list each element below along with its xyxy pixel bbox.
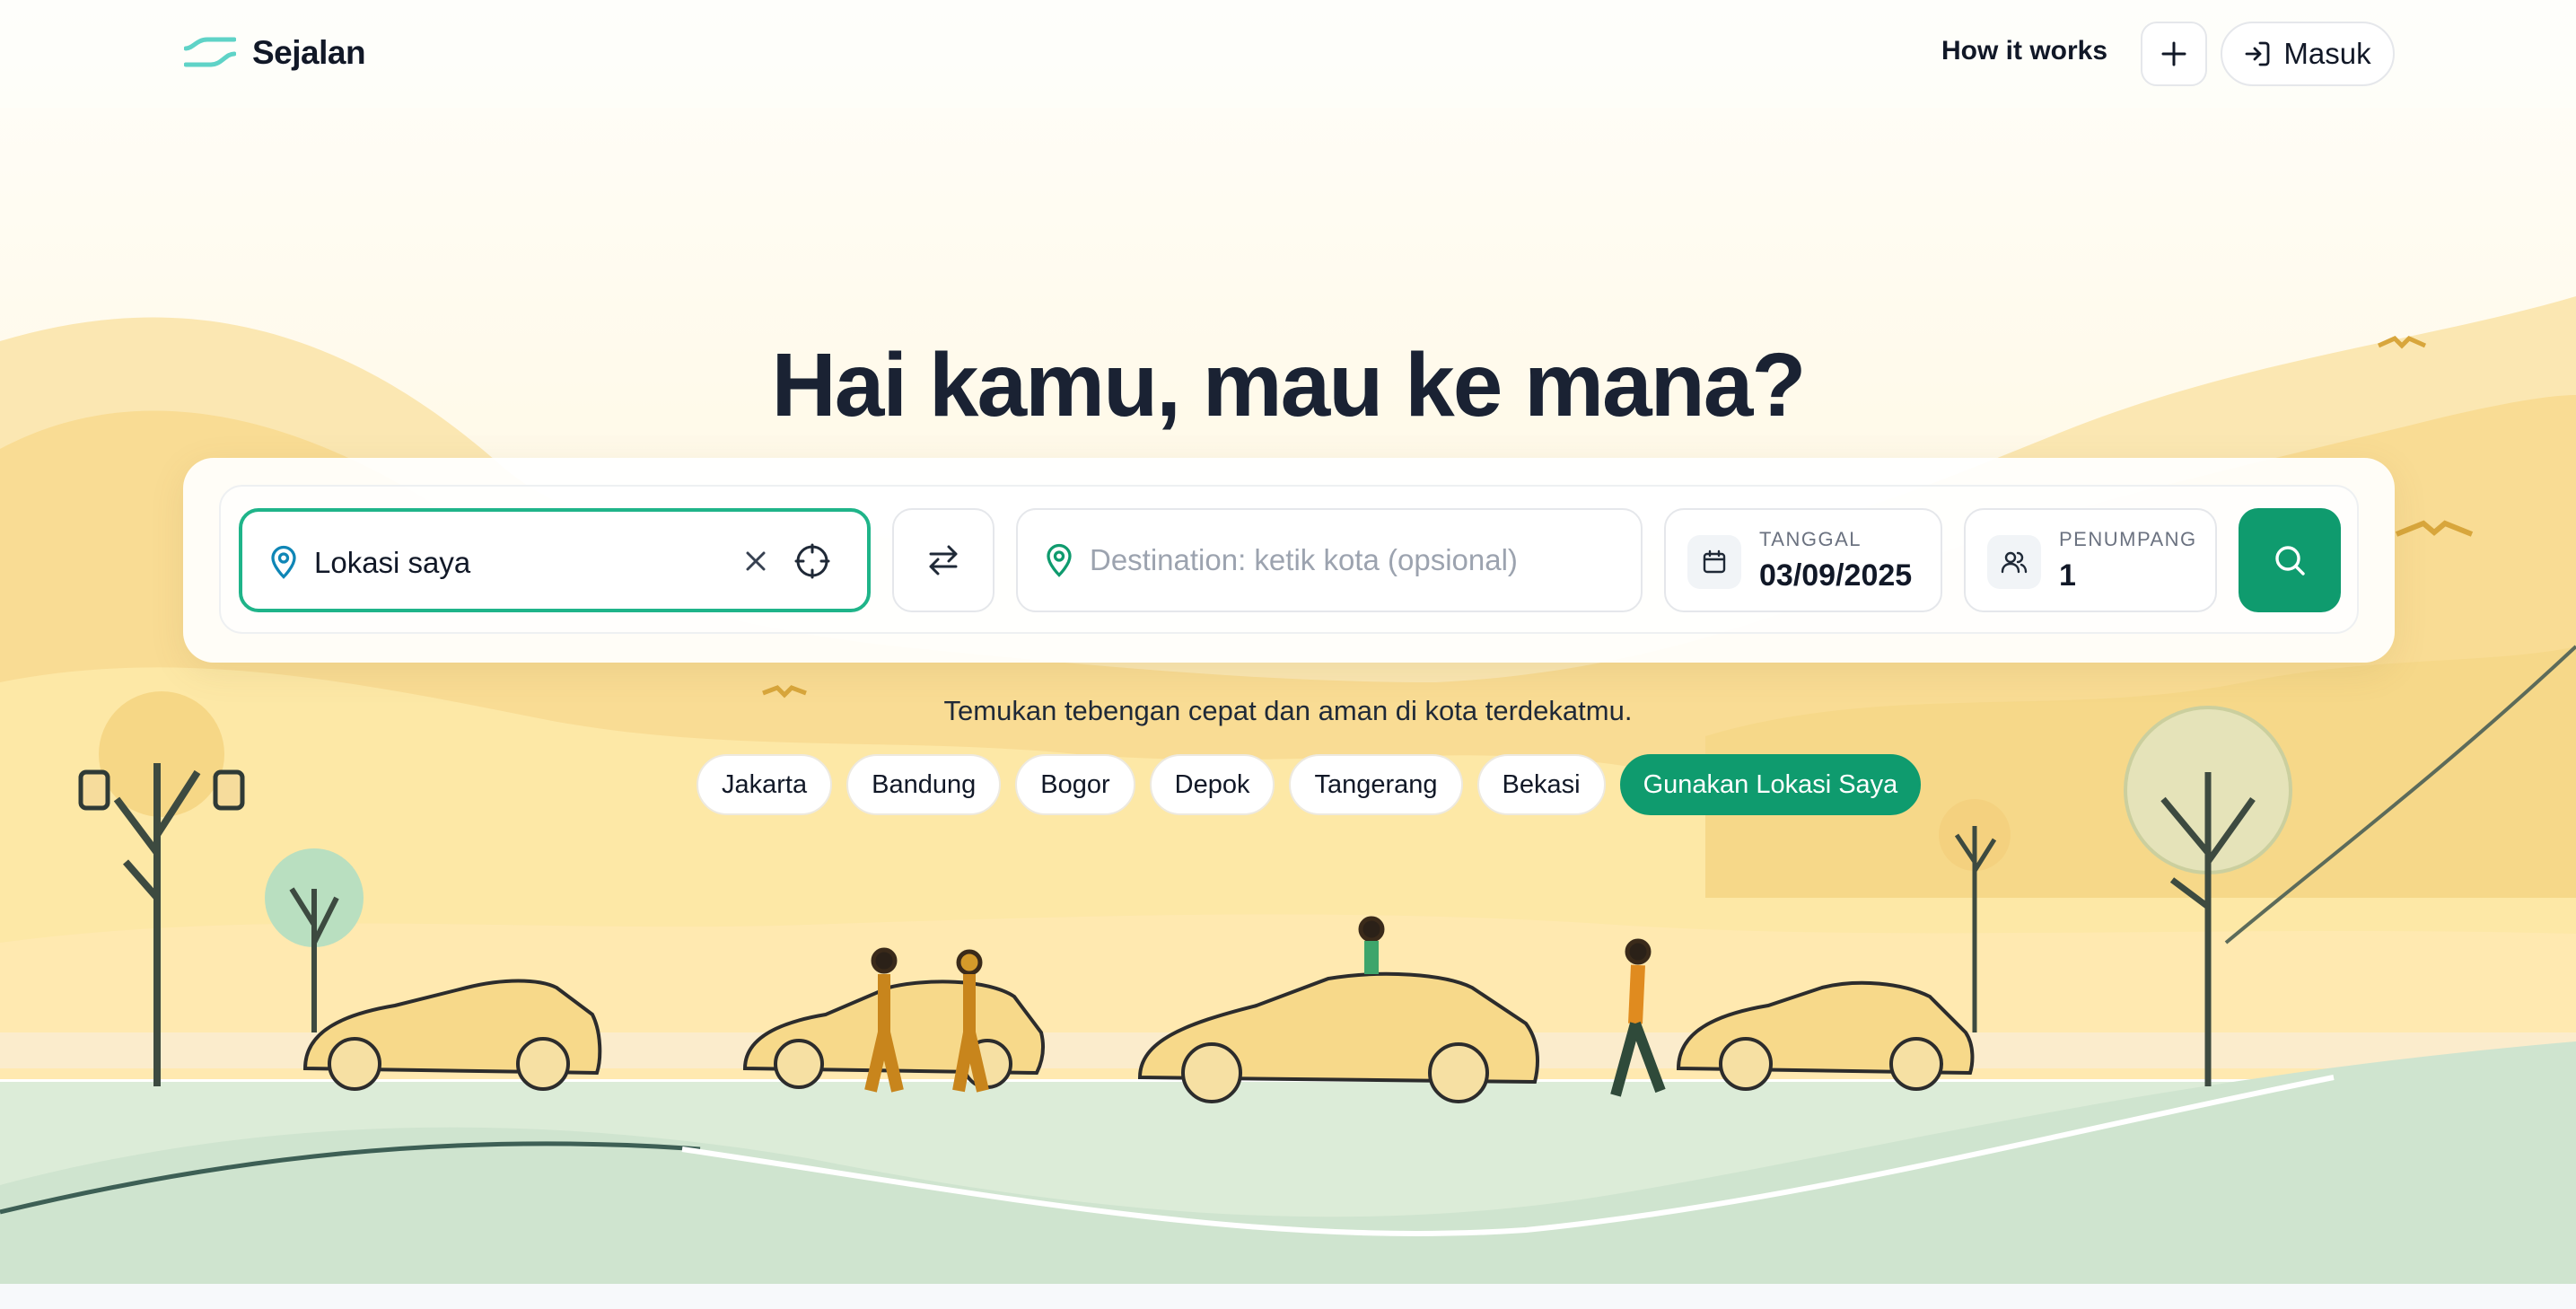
destination-input[interactable] <box>1090 537 1610 584</box>
login-button[interactable]: Masuk <box>2221 22 2395 86</box>
date-picker[interactable]: TANGGAL 03/09/2025 <box>1664 508 1942 612</box>
swap-arrows-icon <box>929 545 958 575</box>
ride-search-form: Lokasi saya Destination: ketik kota (ops… <box>219 485 2359 634</box>
city-chips: Jakarta Bandung Bogor Depok Tangerang Be… <box>697 754 1922 815</box>
city-chip-bogor[interactable]: Bogor <box>1015 754 1135 815</box>
city-chip-depok[interactable]: Depok <box>1149 754 1275 815</box>
brand[interactable]: Sejalan <box>184 32 366 74</box>
login-icon <box>2245 41 2270 66</box>
users-icon-box <box>1987 535 2041 589</box>
add-button[interactable] <box>2141 22 2207 86</box>
search-icon <box>2275 546 2305 575</box>
use-my-location-button[interactable]: Gunakan Lokasi Saya <box>1619 754 1922 815</box>
passengers-value: 1 <box>2059 558 2076 593</box>
city-chip-jakarta[interactable]: Jakarta <box>697 754 833 815</box>
city-chip-tangerang[interactable]: Tangerang <box>1289 754 1463 815</box>
brand-name: Sejalan <box>252 34 366 71</box>
ride-search-card: Lokasi saya Destination: ketik kota (ops… <box>183 458 2395 663</box>
city-chip-bandung[interactable]: Bandung <box>846 754 1002 815</box>
page-bottom-strip <box>0 1284 2576 1309</box>
date-label: TANGGAL <box>1759 528 1862 550</box>
calendar-icon <box>1703 549 1726 574</box>
plus-icon <box>2161 41 2186 66</box>
how-it-works-link[interactable]: How it works <box>1941 36 2107 66</box>
map-pin-icon <box>1047 543 1072 577</box>
passengers-label: PENUMPANG <box>2059 528 2197 550</box>
destination-field[interactable] <box>1016 508 1643 612</box>
origin-value: Lokasi saya <box>314 546 471 579</box>
swap-locations-button[interactable] <box>892 508 994 612</box>
users-icon <box>2001 551 2028 574</box>
tagline: Temukan tebengan cepat dan aman di kota … <box>943 695 1633 726</box>
passenger-picker[interactable]: PENUMPANG 1 <box>1964 508 2217 612</box>
close-icon[interactable] <box>740 546 771 576</box>
hero-title: Hai kamu, mau ke mana? <box>771 335 1807 435</box>
calendar-icon-box <box>1687 535 1741 589</box>
login-label: Masuk <box>2283 37 2371 70</box>
sejalan-wave-logo-icon <box>184 37 236 67</box>
search-button[interactable] <box>2239 508 2341 612</box>
origin-field[interactable]: Lokasi saya <box>239 508 871 612</box>
city-chip-bekasi[interactable]: Bekasi <box>1476 754 1606 815</box>
map-pin-icon <box>271 545 296 579</box>
crosshair-icon[interactable] <box>793 542 831 580</box>
top-nav: Sejalan How it works Masuk <box>0 0 2576 108</box>
date-value: 03/09/2025 <box>1759 558 1913 593</box>
